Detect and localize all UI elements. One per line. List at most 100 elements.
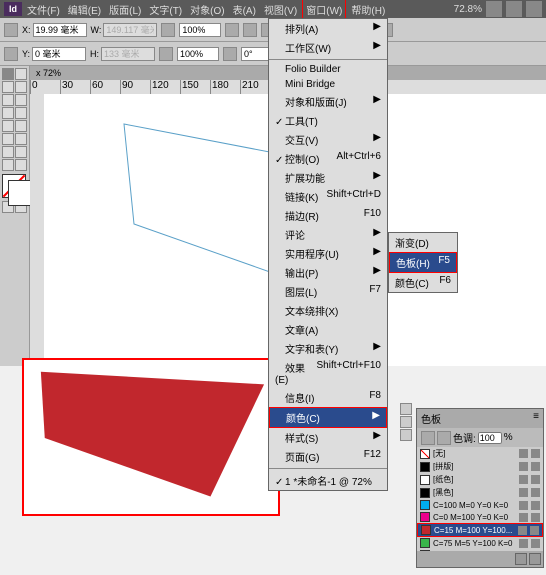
hand-tool[interactable]	[2, 159, 14, 171]
panel-menu-icon[interactable]: ≡	[533, 411, 539, 426]
menu-item[interactable]: 扩展功能▶	[269, 168, 387, 187]
menu-window[interactable]: 窗口(W)	[302, 0, 346, 20]
y-input[interactable]	[32, 47, 86, 61]
line-tool[interactable]	[15, 94, 27, 106]
flip-v-icon[interactable]	[223, 47, 237, 61]
link-icon-2[interactable]	[159, 47, 173, 61]
menu-item[interactable]: 文字和表(Y)▶	[269, 339, 387, 358]
zoom-tool[interactable]	[15, 159, 27, 171]
pen-tool[interactable]	[2, 107, 14, 119]
dock-icon-3[interactable]	[400, 429, 412, 441]
menu-view[interactable]: 视图(V)	[261, 0, 300, 19]
arrange-icon[interactable]	[506, 1, 522, 17]
menu-item[interactable]: 实用程序(U)▶	[269, 244, 387, 263]
direct-selection-tool[interactable]	[15, 68, 27, 80]
menu-item[interactable]: ✓1 *未命名-1 @ 72%	[269, 471, 387, 490]
scale-y-input[interactable]	[177, 47, 219, 61]
search-icon[interactable]	[526, 1, 542, 17]
window-menu-dropdown: 排列(A)▶工作区(W)▶ Folio BuilderMini Bridge对象和…	[268, 18, 388, 491]
ref-icon-2[interactable]	[4, 47, 18, 61]
menu-type[interactable]: 文字(T)	[146, 0, 185, 19]
w-input[interactable]	[103, 23, 157, 37]
swatch-row[interactable]: C=0 M=100 Y=0 K=0	[417, 511, 543, 523]
dock-icon-2[interactable]	[400, 416, 412, 428]
type-tool[interactable]	[2, 94, 14, 106]
pencil-tool[interactable]	[15, 107, 27, 119]
swatch-row[interactable]: [纸色]	[417, 473, 543, 486]
submenu-item[interactable]: 渐变(D)	[389, 233, 457, 252]
menu-layout[interactable]: 版面(L)	[106, 0, 144, 19]
menu-item[interactable]: 图层(L)F7	[269, 282, 387, 301]
page-tool[interactable]	[2, 81, 14, 93]
transform-tool[interactable]	[15, 133, 27, 145]
stroke-proxy-icon[interactable]	[437, 431, 451, 445]
menu-object[interactable]: 对象(O)	[187, 0, 227, 19]
link-wh-icon[interactable]	[161, 23, 175, 37]
submenu-item[interactable]: 颜色(C)F6	[389, 273, 457, 292]
swatch-row[interactable]: C=75 M=5 Y=100 K=0	[417, 537, 543, 549]
h-field: H:	[90, 47, 155, 61]
gap-tool[interactable]	[15, 81, 27, 93]
gradient-tool[interactable]	[2, 146, 14, 158]
menu-item[interactable]: 排列(A)▶	[269, 19, 387, 38]
submenu-item[interactable]: 色板(H)F5	[389, 252, 457, 273]
menu-file[interactable]: 文件(F)	[24, 0, 63, 19]
x-field: X:	[22, 23, 87, 37]
swatch-row[interactable]: [黑色]	[417, 486, 543, 499]
panel-dock-icons	[400, 403, 414, 441]
rotate-icon[interactable]	[243, 23, 257, 37]
menu-edit[interactable]: 编辑(E)	[65, 0, 104, 19]
swatches-footer	[417, 551, 543, 567]
menu-item[interactable]: 信息(I)F8	[269, 388, 387, 407]
menu-item[interactable]: 交互(V)▶	[269, 130, 387, 149]
menu-item[interactable]: 描边(R)F10	[269, 206, 387, 225]
menu-item[interactable]: Folio Builder	[269, 62, 387, 77]
swatch-row[interactable]: [拼版]	[417, 460, 543, 473]
selection-tool[interactable]	[2, 68, 14, 80]
menu-item[interactable]: 链接(K)Shift+Ctrl+D	[269, 187, 387, 206]
h-input[interactable]	[101, 47, 155, 61]
menubar: Id 文件(F) 编辑(E) 版面(L) 文字(T) 对象(O) 表(A) 视图…	[0, 0, 546, 18]
eyedropper-tool[interactable]	[15, 146, 27, 158]
scale-x-input[interactable]	[179, 23, 221, 37]
tint-pct: %	[504, 432, 513, 443]
menu-item[interactable]: 文章(A)	[269, 320, 387, 339]
menu-item[interactable]: 工作区(W)▶	[269, 38, 387, 57]
zoom-value[interactable]: 72.8%	[454, 4, 482, 15]
menu-item[interactable]: 评论▶	[269, 225, 387, 244]
menu-item[interactable]: 样式(S)▶	[269, 428, 387, 447]
fill-proxy-icon[interactable]	[421, 431, 435, 445]
menu-item[interactable]: ✓控制(O)Alt+Ctrl+6	[269, 149, 387, 168]
menu-help[interactable]: 帮助(H)	[348, 0, 388, 19]
menu-item[interactable]: Mini Bridge	[269, 77, 387, 92]
menu-item[interactable]: 效果(E)Shift+Ctrl+F10	[269, 358, 387, 388]
tint-input[interactable]	[478, 432, 502, 444]
delete-swatch-icon[interactable]	[529, 553, 541, 565]
menu-item[interactable]: 文本绕排(X)	[269, 301, 387, 320]
dock-icon-1[interactable]	[400, 403, 412, 415]
menu-item[interactable]: 颜色(C)▶	[269, 407, 387, 428]
new-swatch-icon[interactable]	[515, 553, 527, 565]
menu-item[interactable]: 页面(G)F12	[269, 447, 387, 466]
swatches-header[interactable]: 色板 ≡	[417, 409, 543, 428]
toolbox	[0, 66, 30, 366]
menu-item[interactable]: 输出(P)▶	[269, 263, 387, 282]
menu-item[interactable]: 对象和版面(J)▶	[269, 92, 387, 111]
rectangle-frame-tool[interactable]	[2, 120, 14, 132]
x-input[interactable]	[33, 23, 87, 37]
swatch-row[interactable]: C=100 M=90 Y=10 K...	[417, 549, 543, 551]
flip-h-icon[interactable]	[225, 23, 239, 37]
menu-table[interactable]: 表(A)	[230, 0, 259, 19]
menu-item[interactable]: ✓工具(T)	[269, 111, 387, 130]
swatch-row[interactable]: [无]	[417, 447, 543, 460]
app-logo: Id	[4, 2, 22, 16]
tint-label: 色调:	[453, 430, 476, 445]
swatch-row[interactable]: C=100 M=0 Y=0 K=0	[417, 499, 543, 511]
screen-mode-icon[interactable]	[486, 1, 502, 17]
fill-stroke-swatch[interactable]	[2, 174, 26, 198]
swatch-row[interactable]: C=15 M=100 Y=100...	[417, 523, 543, 537]
y-field: Y:	[22, 47, 86, 61]
reference-point-icon[interactable]	[4, 23, 18, 37]
rectangle-tool[interactable]	[15, 120, 27, 132]
scissors-tool[interactable]	[2, 133, 14, 145]
